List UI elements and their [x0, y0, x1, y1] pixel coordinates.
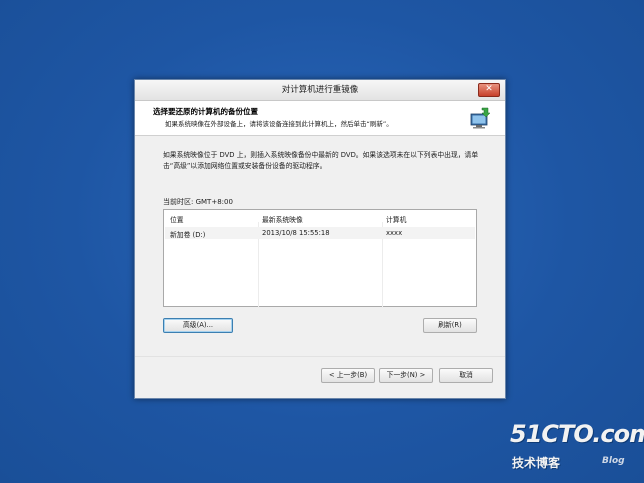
- site-watermark: 51CTO.com 技术博客 Blog: [510, 420, 644, 474]
- header-subtitle: 如果系统映像在外部设备上，请将该设备连接到此计算机上，然后单击“刷新”。: [165, 120, 393, 128]
- cancel-button[interactable]: 取消: [439, 368, 493, 383]
- column-header-computer[interactable]: 计算机: [386, 214, 406, 224]
- cell-latest-image: 2013/10/8 15:55:18: [262, 229, 330, 237]
- header-title: 选择要还原的计算机的备份位置: [153, 107, 258, 116]
- window-title: 对计算机进行重镜像: [281, 85, 359, 95]
- back-button[interactable]: < 上一步(B): [321, 368, 375, 383]
- title-bar[interactable]: 对计算机进行重镜像 ✕: [135, 80, 505, 101]
- reimage-dialog: 对计算机进行重镜像 ✕ 选择要还原的计算机的备份位置 如果系统映像在外部设备上，…: [134, 79, 506, 399]
- watermark-logo: 51CTO.com: [510, 420, 644, 448]
- watermark-blog: Blog: [602, 456, 625, 466]
- instructions-text: 如果系统映像位于 DVD 上，则插入系统映像备份中最新的 DVD。如果该选项未在…: [163, 151, 479, 170]
- watermark-subtitle: 技术博客: [512, 456, 561, 470]
- timezone-label: 当前时区: GMT+8:00: [163, 198, 233, 206]
- computer-restore-icon: [470, 107, 491, 129]
- cell-computer: xxxx: [386, 229, 403, 237]
- footer-divider: [135, 356, 505, 357]
- column-header-location[interactable]: 位置: [170, 214, 184, 224]
- column-header-latest-image[interactable]: 最新系统映像: [262, 214, 303, 224]
- cell-location: 新加卷 (D:): [170, 231, 206, 239]
- backup-location-list[interactable]: 位置 最新系统映像 计算机 新加卷 (D:) 2013/10/8 15:55:1…: [163, 209, 477, 308]
- close-button[interactable]: ✕: [478, 83, 500, 97]
- next-button[interactable]: 下一步(N) >: [379, 368, 433, 383]
- refresh-button[interactable]: 刷新(R): [423, 318, 477, 333]
- advanced-button[interactable]: 高级(A)...: [163, 318, 233, 333]
- close-icon: ✕: [485, 84, 493, 94]
- wizard-header: 选择要还原的计算机的备份位置 如果系统映像在外部设备上，请将该设备连接到此计算机…: [135, 101, 505, 136]
